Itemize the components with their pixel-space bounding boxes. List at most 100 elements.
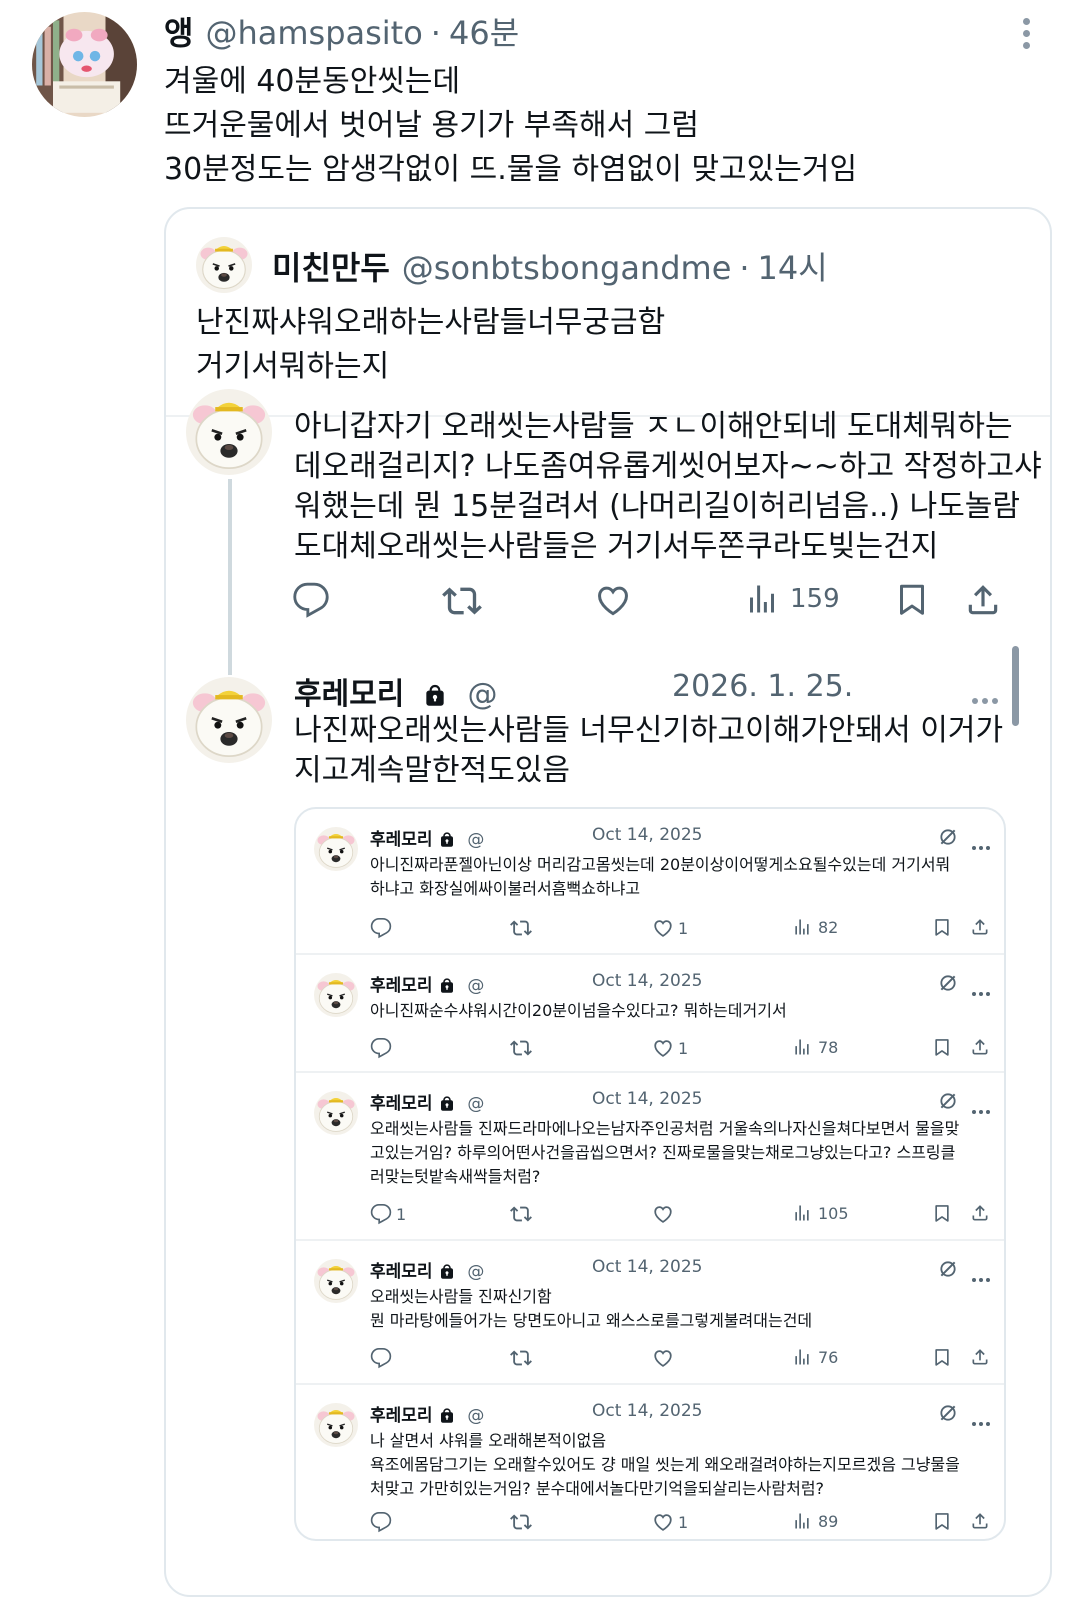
like-button: 1	[652, 1511, 688, 1533]
views-button[interactable]: 159	[744, 581, 840, 617]
like-count: 1	[678, 1512, 689, 1532]
tweet-date: Oct 14, 2025	[592, 825, 703, 845]
tweet-text-line: 아니진짜순수샤워시간이20분이넘을수있다고? 뭐하는데거기서	[370, 1001, 787, 1020]
tweet-text-line: 러맞는텃밭속새싹들처럼?	[370, 1167, 541, 1186]
tweet-date: Oct 14, 2025	[592, 971, 703, 991]
lock-icon	[438, 1263, 456, 1281]
share-button	[970, 1511, 990, 1531]
embedded-tweet-header: 후레모리 @	[370, 1089, 484, 1114]
author-handle: @	[467, 1406, 485, 1426]
tweet-text: 겨울에 40분동안씻는데 뜨거운물에서 벗어날 용기가 부족해서 그럼 30분정…	[164, 60, 1044, 192]
like-button: 1	[652, 917, 688, 939]
reply-icon	[370, 1037, 392, 1059]
like-count: 1	[678, 1038, 689, 1058]
author-handle: @	[467, 830, 485, 850]
bookmark-button	[932, 1037, 952, 1057]
lock-icon	[422, 683, 448, 709]
share-icon	[970, 917, 990, 937]
share-icon	[970, 1203, 990, 1223]
author-name: 후레모리	[370, 830, 433, 850]
bookmark-button	[932, 917, 952, 937]
avatar	[314, 827, 358, 871]
scrollbar[interactable]	[1012, 646, 1019, 726]
more-icon[interactable]	[1020, 18, 1032, 52]
author-handle[interactable]: @hamspasito	[205, 14, 422, 52]
embedded-tweet-header: 후레모리 @	[370, 1401, 484, 1426]
share-button	[970, 1203, 990, 1223]
share-button[interactable]	[964, 581, 1002, 619]
more-icon[interactable]	[972, 689, 1002, 708]
tweet-text-line: 오래씻는사람들 진짜드라마에나오는남자주인공처럼 거울속의나자신을쳐다보면서 물…	[370, 1119, 960, 1138]
bookmark-button	[932, 1511, 952, 1531]
bookmark-button[interactable]	[894, 581, 930, 617]
thread-tweet-text: 아니갑자기 오래씻는사람들 ㅈㄴ이해안되네 도대체뭐하는 데오래걸리지? 나도좀…	[294, 407, 1042, 567]
embedded-screenshot: 후레모리 @ Oct 14, 2025 아니진짜라푼젤아닌이상 머리감고몸씻는데…	[294, 807, 1006, 1541]
tweet-text-line: 아니진짜라푼젤아닌이상 머리감고몸씻는데 20분이상이어떻게소요될수있는데 거기…	[370, 855, 951, 874]
like-button: 1	[652, 1037, 688, 1059]
like-button[interactable]	[594, 581, 632, 619]
tweet-text-line: 워했는데 뭔 15분걸려서 (나머리길이허리넘음..) 나도놀람	[294, 489, 1020, 524]
like-count: 1	[678, 918, 689, 938]
tweet-time[interactable]: 46분	[449, 8, 519, 54]
like-icon	[652, 1347, 674, 1369]
reply-count: 1	[396, 1204, 407, 1224]
reply-icon	[370, 917, 392, 939]
tweet-header: 앵 @hamspasito · 46분	[164, 8, 519, 54]
retweet-icon	[510, 1037, 532, 1059]
quoted-tweet-text: 난진짜샤워오래하는사람들너무궁금함 거기서뭐하는지	[196, 301, 665, 389]
tweet-text-line: 나 살면서 샤워를 오래해본적이없음	[370, 1431, 607, 1450]
author-name: 후레모리	[370, 976, 433, 996]
embedded-tweet-header: 후레모리 @	[370, 825, 484, 850]
bookmark-icon	[932, 917, 952, 937]
retweet-icon	[510, 917, 532, 939]
grok-icon	[938, 1091, 958, 1111]
retweet-button[interactable]	[442, 581, 482, 621]
author-handle: @	[467, 1262, 485, 1282]
reply-button[interactable]	[292, 581, 330, 619]
avatar	[186, 389, 272, 475]
avatar	[314, 1259, 358, 1303]
views-count: 105	[818, 1203, 849, 1223]
avatar	[314, 1403, 358, 1447]
embedded-tweet-text: 오래씻는사람들 진짜신기함 뭔 마라탕에들어가는 당면도아니고 왜스스로를그렇게…	[370, 1285, 1000, 1333]
lock-icon	[438, 977, 456, 995]
more-icon	[972, 1267, 993, 1286]
bookmark-icon	[932, 1347, 952, 1367]
tweet-text-line: 하냐고 화장실에싸이불러서흠뻑쇼하냐고	[370, 879, 641, 898]
share-icon	[970, 1511, 990, 1531]
avatar-illustration	[32, 12, 137, 117]
views-icon	[792, 1037, 812, 1057]
avatar[interactable]	[32, 12, 137, 117]
separator-dot: ·	[430, 14, 441, 52]
quoted-tweet-card[interactable]: 미친만두 @sonbtsbongandme · 14시 난진짜샤워오래하는사람들…	[164, 207, 1052, 1597]
tweet-date: Oct 14, 2025	[592, 1089, 703, 1109]
tweet-date: 2026. 1. 25.	[672, 669, 854, 704]
author-name[interactable]: 앵	[164, 8, 193, 54]
tweet-text-line: 거기서뭐하는지	[196, 349, 390, 384]
embedded-tweet: 후레모리 @ Oct 14, 2025 오래씻는사람들 진짜드라마에나오는남자주…	[296, 1073, 1004, 1241]
tweet-text-line: 뭔 마라탕에들어가는 당면도아니고 왜스스로를그렇게불려대는건데	[370, 1311, 813, 1330]
thread-connector-line	[228, 479, 232, 675]
embedded-tweet: 후레모리 @ Oct 14, 2025 오래씻는사람들 진짜신기함 뭔 마라탕에…	[296, 1241, 1004, 1385]
views-button: 76	[792, 1347, 838, 1367]
lock-icon	[438, 831, 456, 849]
author-handle: @	[467, 677, 498, 712]
embedded-tweet-text: 아니진짜순수샤워시간이20분이넘을수있다고? 뭐하는데거기서	[370, 999, 1000, 1023]
author-handle: @sonbtsbongandme	[401, 249, 732, 287]
author-name: 후레모리	[370, 1094, 433, 1114]
views-count: 159	[790, 584, 840, 614]
like-icon	[652, 1511, 674, 1533]
embedded-tweet: 후레모리 @ Oct 14, 2025 아니진짜라푼젤아닌이상 머리감고몸씻는데…	[296, 809, 1004, 955]
bookmark-icon	[932, 1037, 952, 1057]
like-icon	[652, 1037, 674, 1059]
separator-dot: ·	[739, 249, 750, 287]
tweet-text-line: 난진짜샤워오래하는사람들너무궁금함	[196, 305, 666, 340]
reply-button	[370, 1037, 396, 1059]
share-icon	[970, 1347, 990, 1367]
views-count: 89	[818, 1511, 839, 1531]
reply-button: 1	[370, 1203, 406, 1225]
embedded-tweet-header: 후레모리 @	[370, 971, 484, 996]
share-icon	[964, 581, 1002, 619]
bookmark-icon	[932, 1203, 952, 1223]
views-button: 82	[792, 917, 838, 937]
